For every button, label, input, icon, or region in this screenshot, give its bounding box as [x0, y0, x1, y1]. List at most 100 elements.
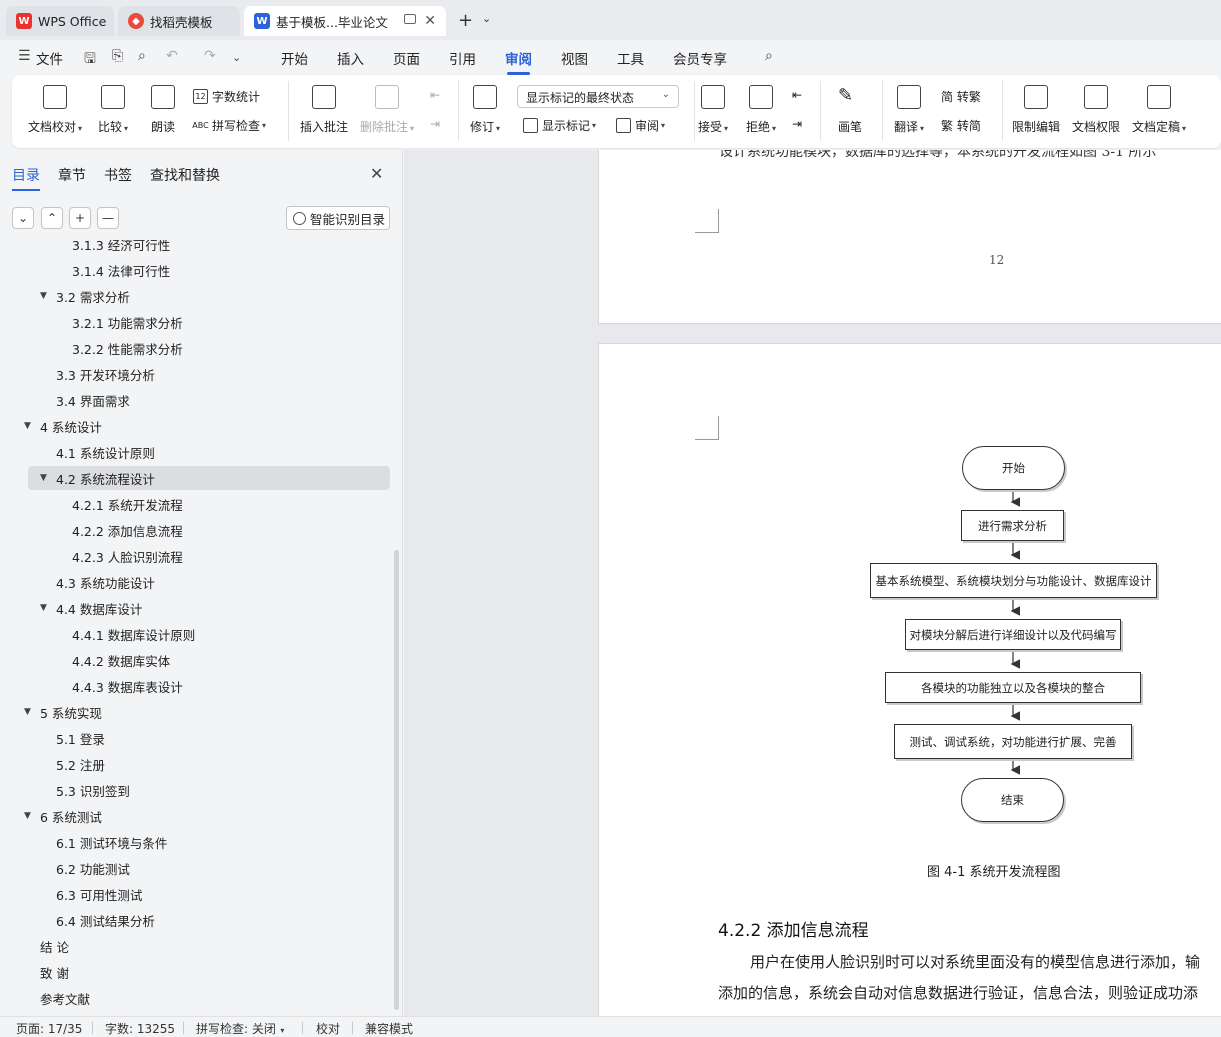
toc-item[interactable]: 3.2.1 功能需求分析 [0, 310, 183, 334]
new-tab-plus-icon[interactable]: + [458, 10, 473, 31]
toc-item[interactable]: 3.2.2 性能需求分析 [0, 336, 183, 360]
doc-check-button[interactable]: 文档校对 ▾ [28, 85, 82, 135]
collapse-arrow-icon[interactable]: ▼ [24, 421, 40, 431]
menu-review[interactable]: 审阅 [505, 48, 532, 75]
toc-item[interactable]: ▼ 3.2 需求分析 [0, 284, 130, 308]
markup-state-select[interactable]: 显示标记的最终状态 ⌄ [517, 85, 679, 108]
previous-comment-icon[interactable]: ⇤ [430, 88, 440, 102]
menu-home[interactable]: 开始 [281, 48, 308, 68]
smart-toc-button[interactable]: 智能识别目录 [286, 206, 390, 230]
print-preview-icon[interactable]: ⌕ [138, 48, 146, 64]
reject-button[interactable]: 拒绝 ▾ [746, 85, 776, 135]
toc-item[interactable]: ▼ 5 系统实现 [0, 700, 102, 724]
doc-permission-button[interactable]: 文档权限 [1072, 85, 1120, 135]
proofread-status[interactable]: 校对 [316, 1020, 340, 1037]
accept-button[interactable]: 接受 ▾ [698, 85, 728, 135]
toc-item[interactable]: 5.1 登录 [0, 726, 105, 750]
toc-item[interactable]: 4.1 系统设计原则 [0, 440, 155, 464]
toc-item[interactable]: 3.1.4 法律可行性 [0, 258, 170, 282]
toc-item[interactable]: 3.1.3 经济可行性 [0, 240, 170, 256]
next-comment-icon[interactable]: ⇥ [430, 117, 440, 131]
expand-down-button[interactable]: ⌄ [12, 207, 34, 229]
collapse-arrow-icon[interactable]: ▼ [40, 603, 56, 613]
next-revision-icon[interactable]: ⇥ [792, 117, 802, 131]
toc-item[interactable]: 4.4.1 数据库设计原则 [0, 622, 195, 646]
collapse-arrow-icon[interactable]: ▼ [40, 473, 56, 483]
to-simplified-button[interactable]: 繁 转简 [941, 117, 981, 134]
toc-item[interactable]: ▼ 6 系统测试 [0, 804, 102, 828]
search-icon[interactable]: ⌕ [765, 48, 773, 64]
compare-button[interactable]: 比较 ▾ [98, 85, 128, 135]
page-indicator[interactable]: 页面: 17/35 [16, 1020, 82, 1037]
toc-item[interactable]: ▼ 4.2 系统流程设计 [28, 466, 390, 490]
doc-finalize-button[interactable]: 文档定稿 ▾ [1132, 85, 1186, 135]
menu-reference[interactable]: 引用 [449, 48, 476, 68]
menu-insert[interactable]: 插入 [337, 48, 364, 68]
toc-item[interactable]: 6.2 功能测试 [0, 856, 130, 880]
collapse-arrow-icon[interactable]: ▼ [24, 811, 40, 821]
toc-item[interactable]: 6.1 测试环境与条件 [0, 830, 167, 854]
toc-item[interactable]: 结 论 [0, 934, 69, 958]
tab-bookmarks[interactable]: 书签 [104, 165, 132, 185]
previous-revision-icon[interactable]: ⇤ [792, 88, 802, 102]
tab-thesis-document[interactable]: W 基于模板...毕业论文 ✕ [244, 6, 446, 36]
toc-item[interactable]: 3.4 界面需求 [0, 388, 130, 412]
tab-toc[interactable]: 目录 [12, 165, 40, 191]
quick-access-dropdown-icon[interactable]: ⌄ [232, 51, 241, 64]
remove-heading-button[interactable]: — [97, 207, 119, 229]
hamburger-menu-icon[interactable]: ☰ [18, 48, 31, 64]
add-heading-button[interactable]: + [69, 207, 91, 229]
translate-button[interactable]: 翻译 ▾ [894, 85, 924, 135]
tab-find-replace[interactable]: 查找和替换 [150, 165, 220, 185]
toc-item[interactable]: 4.4.3 数据库表设计 [0, 674, 183, 698]
toc-item[interactable]: 4.2.3 人脸识别流程 [0, 544, 183, 568]
to-traditional-button[interactable]: 简 转繁 [941, 88, 981, 105]
toc-item[interactable]: ▼ 4.4 数据库设计 [0, 596, 142, 620]
review-pane-button[interactable]: 审阅 ▾ [616, 117, 665, 134]
close-pane-icon[interactable]: ✕ [370, 164, 383, 183]
tab-docer-templates[interactable]: ◆ 找稻壳模板 [118, 6, 240, 36]
delete-comment-button[interactable]: 删除批注 ▾ [360, 85, 414, 135]
menu-file[interactable]: 文件 [36, 48, 63, 68]
spell-check-button[interactable]: ABC 拼写检查 ▾ [192, 117, 266, 134]
toc-item[interactable]: 4.3 系统功能设计 [0, 570, 155, 594]
toc-item[interactable]: 5.3 识别签到 [0, 778, 130, 802]
share-icon[interactable]: ⎘ [112, 48, 123, 64]
toc-item[interactable]: 参考文献 [0, 986, 90, 1010]
menu-page[interactable]: 页面 [393, 48, 420, 68]
collapse-arrow-icon[interactable]: ▼ [24, 707, 40, 717]
toc-item[interactable]: 5.2 注册 [0, 752, 105, 776]
toc-item[interactable]: ▼ 4 系统设计 [0, 414, 102, 438]
collapse-up-button[interactable]: ⌃ [41, 207, 63, 229]
read-aloud-button[interactable]: 朗读 [151, 85, 175, 135]
close-icon[interactable]: ✕ [424, 13, 436, 29]
menu-member[interactable]: 会员专享 [673, 48, 727, 68]
tab-chapters[interactable]: 章节 [58, 165, 86, 185]
monitor-icon[interactable] [404, 14, 416, 24]
toc-scrollbar[interactable] [394, 550, 399, 1010]
save-icon[interactable]: 🖫 [84, 48, 96, 72]
menu-tools[interactable]: 工具 [617, 48, 644, 68]
spell-check-status[interactable]: 拼写检查: 关闭 ▾ [196, 1020, 284, 1037]
ink-button[interactable]: ✎ 画笔 [838, 85, 862, 135]
restrict-edit-button[interactable]: 限制编辑 [1012, 85, 1060, 135]
chevron-down-icon[interactable]: ⌄ [482, 12, 491, 25]
toc-item[interactable]: 3.3 开发环境分析 [0, 362, 155, 386]
toc-item[interactable]: 6.3 可用性测试 [0, 882, 142, 906]
tab-wps-office[interactable]: W WPS Office [6, 6, 114, 36]
toc-item[interactable]: 致 谢 [0, 960, 69, 984]
toc-item[interactable]: 6.4 测试结果分析 [0, 908, 155, 932]
menu-view[interactable]: 视图 [561, 48, 588, 68]
toc-item[interactable]: 4.2.2 添加信息流程 [0, 518, 183, 542]
redo-icon[interactable]: ↷ [204, 48, 216, 64]
toc-item[interactable]: 4.2.1 系统开发流程 [0, 492, 183, 516]
word-count-indicator[interactable]: 字数: 13255 [105, 1020, 175, 1037]
show-markup-button[interactable]: 显示标记 ▾ [523, 117, 596, 134]
document-canvas[interactable]: 设计系统功能模块，数据库的选择等，本系统的开发流程如图 3-1 所示 12 开始… [404, 150, 1221, 1016]
word-count-button[interactable]: 12 字数统计 [193, 88, 260, 105]
insert-comment-button[interactable]: 插入批注 [300, 85, 348, 135]
revise-button[interactable]: 修订 ▾ [470, 85, 500, 135]
undo-icon[interactable]: ↶ [166, 48, 178, 64]
collapse-arrow-icon[interactable]: ▼ [40, 291, 56, 301]
toc-item[interactable]: 4.4.2 数据库实体 [0, 648, 170, 672]
